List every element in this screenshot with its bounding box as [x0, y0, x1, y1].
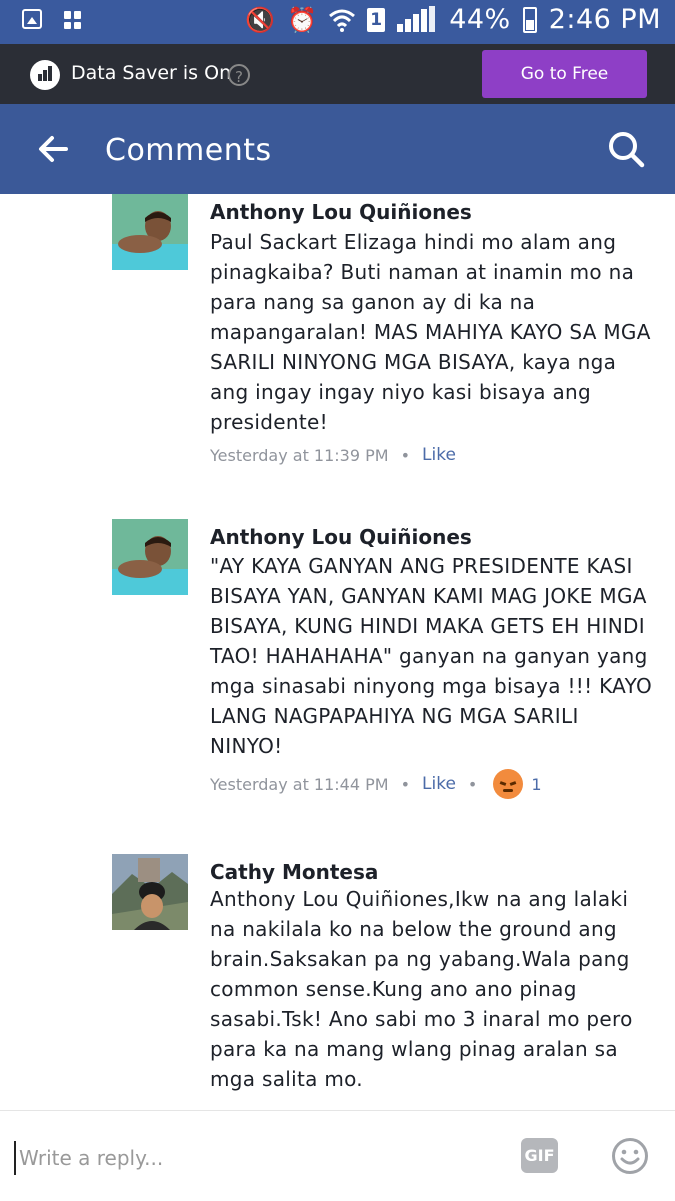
data-saver-label: Data Saver is On [71, 62, 232, 84]
help-icon[interactable]: ? [228, 64, 250, 86]
separator-dot: • [467, 774, 478, 794]
data-saver-icon [30, 60, 60, 90]
sim-icon: 1 [367, 7, 386, 32]
arrow-left-icon[interactable] [36, 132, 70, 166]
comment-line: para ka na mang wlang pinag aralan sa [210, 1037, 618, 1061]
like-button[interactable]: Like [422, 445, 456, 465]
comment-list: Anthony Lou Quiñiones Paul Sackart Eliza… [0, 194, 675, 1110]
comment-line: BISAYA, KUNG HINDI MAKA GETS EH HINDI [210, 614, 645, 638]
comment-line: pinagkaiba? Buti naman at inamin mo na [210, 260, 635, 284]
comment-line: mga salita mo. [210, 1067, 363, 1091]
reply-input[interactable] [14, 1141, 501, 1175]
avatar[interactable] [112, 854, 188, 930]
comment-text: "AY KAYA GANYAN ANG PRESIDENTE KASI BISA… [210, 551, 655, 761]
comment-timestamp: Yesterday at 11:39 PM [210, 445, 389, 465]
reply-bar: GIF [0, 1110, 675, 1201]
alarm-icon: ⏰ [287, 5, 318, 34]
go-to-free-button[interactable]: Go to Free [482, 50, 647, 98]
angry-reaction-icon[interactable] [493, 769, 524, 799]
comment-line: presidente! [210, 410, 328, 434]
avatar[interactable] [112, 519, 188, 595]
comment-line: "AY KAYA GANYAN ANG PRESIDENTE KASI [210, 554, 633, 578]
like-button[interactable]: Like [422, 774, 456, 794]
comment-line: mapangaralan! MAS MAHIYA KAYO SA MGA [210, 320, 651, 344]
page-title: Comments [105, 133, 272, 168]
avatar[interactable] [112, 194, 188, 270]
comment-line: NINYO! [210, 734, 283, 758]
search-icon[interactable] [607, 130, 645, 168]
comment-line: mga sinasabi ninyong mga bisaya !!! KAYO [210, 674, 653, 698]
comment-line: sasabi.Tsk! Ano sabi mo 3 inaral mo pero [210, 1007, 633, 1031]
battery-icon [522, 6, 537, 33]
header: Comments [0, 104, 675, 194]
comment-line: ang ingay ingay niyo kasi bisaya ang [210, 380, 592, 404]
comment-line: BISAYA YAN, GANYAN KAMI MAG JOKE MGA [210, 584, 647, 608]
signal-icon [397, 5, 437, 34]
comment-author[interactable]: Cathy Montesa [210, 860, 378, 884]
smiley-icon[interactable] [611, 1137, 649, 1175]
wifi-icon [329, 9, 356, 32]
reaction-count[interactable]: 1 [531, 775, 541, 794]
comment-line: LANG NAGPAPAHIYA NG MGA SARILI [210, 704, 579, 728]
comment-line: common sense.Kung ano ano pinag [210, 977, 577, 1001]
separator-dot: • [400, 445, 411, 465]
mute-vibrate-icon: 🔇 [245, 5, 276, 34]
data-saver-bar: Data Saver is On ? Go to Free [0, 44, 675, 104]
comment-line: Anthony Lou Quiñiones,Ikw na ang lalaki [210, 887, 629, 911]
comment-line: para nang sa ganon ay di ka na [210, 290, 536, 314]
clock: 2:46 PM [548, 4, 661, 35]
battery-percent: 44% [449, 4, 511, 35]
separator-dot: • [400, 774, 411, 794]
comment-line: Paul Sackart Elizaga hindi mo alam ang [210, 230, 617, 254]
gif-button[interactable]: GIF [521, 1138, 558, 1173]
comment-line: na nakilala ko na below the ground ang [210, 917, 617, 941]
comment-line: TAO! HAHAHAHA" ganyan na ganyan yang [210, 644, 648, 668]
apps-notification-icon [64, 11, 82, 29]
comment-author[interactable]: Anthony Lou Quiñiones [210, 200, 472, 224]
comment-text: Paul Sackart Elizaga hindi mo alam ang p… [210, 227, 655, 437]
comment-meta: Yesterday at 11:39 PM • Like [210, 445, 456, 465]
status-bar: 🔇 ⏰ 1 44% 2:46 PM [0, 0, 675, 44]
comment-line: brain.Saksakan pa ng yabang.Wala pang [210, 947, 630, 971]
comment-author[interactable]: Anthony Lou Quiñiones [210, 525, 472, 549]
comment-timestamp: Yesterday at 11:44 PM [210, 774, 389, 794]
comment-meta: Yesterday at 11:44 PM • Like • 1 [210, 769, 542, 799]
comment-line: SARILI NINYONG MGA BISAYA, kaya nga [210, 350, 617, 374]
image-notification-icon [22, 9, 42, 29]
comment-text: Anthony Lou Quiñiones,Ikw na ang lalaki … [210, 884, 655, 1094]
